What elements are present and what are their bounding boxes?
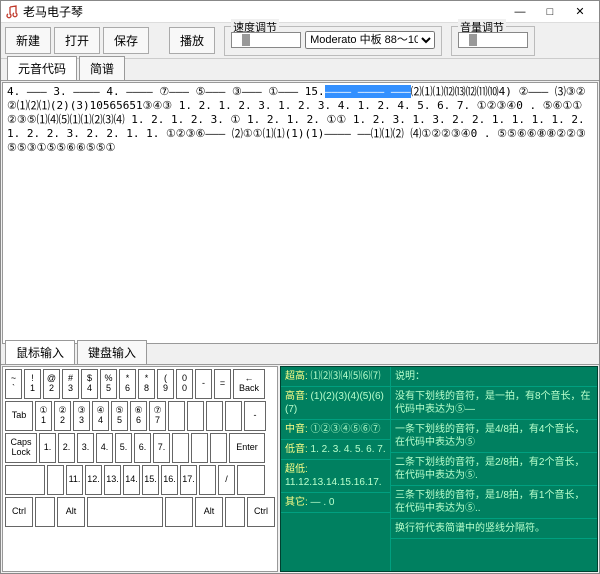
key[interactable] — [165, 497, 193, 527]
save-button[interactable]: 保存 — [103, 27, 149, 54]
help-row: 其它: — . 0 — [281, 493, 390, 513]
key[interactable]: 13. — [104, 465, 121, 495]
title-bar: 老马电子琴 — □ ✕ — [1, 1, 599, 23]
key[interactable]: 2. — [58, 433, 75, 463]
close-button[interactable]: ✕ — [565, 2, 595, 22]
key[interactable]: Alt — [195, 497, 223, 527]
key[interactable]: Enter — [229, 433, 265, 463]
key[interactable]: ②2 — [54, 401, 71, 431]
app-icon — [5, 5, 19, 19]
key[interactable]: !1 — [24, 369, 41, 399]
open-button[interactable]: 打开 — [54, 27, 100, 54]
key[interactable]: Ctrl — [5, 497, 33, 527]
help-text: 二条下划线的音符，是2/8拍，有2个音长，在代码中表达为⑤. — [391, 453, 597, 486]
help-text: 换行符代表简谱中的竖线分隔符。 — [391, 519, 597, 539]
help-text: 三条下划线的音符，是1/8拍，有1个音长，在代码中表达为⑤.. — [391, 486, 597, 519]
help-row: 中音: ①②③④⑤⑥⑦ — [281, 420, 390, 440]
key[interactable]: ~` — [5, 369, 22, 399]
key[interactable]: ④4 — [92, 401, 109, 431]
key[interactable] — [168, 401, 185, 431]
key[interactable]: $4 — [81, 369, 98, 399]
key[interactable]: 15. — [142, 465, 159, 495]
key[interactable]: 3. — [77, 433, 94, 463]
key[interactable] — [199, 465, 216, 495]
key[interactable]: *8 — [138, 369, 155, 399]
tab-code[interactable]: 元音代码 — [7, 56, 77, 80]
volume-slider[interactable] — [458, 32, 528, 48]
tab-score[interactable]: 简谱 — [79, 56, 125, 80]
key[interactable]: 4. — [96, 433, 113, 463]
speed-slider[interactable] — [231, 32, 301, 48]
key[interactable]: %5 — [100, 369, 117, 399]
volume-group: 音量调节 — [451, 26, 535, 56]
editor-selection: ———— ———— ——— — [325, 85, 411, 98]
key[interactable] — [172, 433, 189, 463]
editor-text: ⑵⑴⑴⑿⒀⑿⑾⑽4) — [411, 85, 512, 98]
key[interactable] — [47, 465, 64, 495]
help-text: 没有下划线的音符，是一拍，有8个音长，在代码中表达为⑤— — [391, 387, 597, 420]
help-text: 一条下划线的音符，是4/8拍，有4个音长，在代码中表达为⑤ — [391, 420, 597, 453]
input-tabstrip: 鼠标输入 键盘输入 — [1, 345, 599, 365]
key[interactable]: @2 — [43, 369, 60, 399]
key[interactable]: *6 — [119, 369, 136, 399]
tempo-select[interactable]: Moderato 中板 88～104拍/分 — [305, 31, 435, 49]
maximize-button[interactable]: □ — [535, 2, 565, 22]
play-button[interactable]: 播放 — [169, 27, 215, 54]
key[interactable]: 12. — [85, 465, 102, 495]
code-editor[interactable]: 4. ——— 3. ———— 4. ———— ⑦——— ⑤——— ③——— ①—… — [2, 82, 598, 344]
key[interactable]: Ctrl — [247, 497, 275, 527]
tab-mouse-input[interactable]: 鼠标输入 — [5, 340, 75, 364]
key[interactable]: 11. — [66, 465, 83, 495]
help-panel: 超高: ⑴⑵⑶⑷⑸⑹⑺高音: (1)(2)(3)(4)(5)(6)(7)中音: … — [280, 366, 598, 572]
new-button[interactable]: 新建 — [5, 27, 51, 54]
key[interactable]: ⑥6 — [130, 401, 147, 431]
key[interactable]: (9 — [157, 369, 174, 399]
help-text: 说明： — [391, 367, 597, 387]
minimize-button[interactable]: — — [505, 2, 535, 22]
help-row: 超低: 11.12.13.14.15.16.17. — [281, 460, 390, 493]
toolbar: 新建 打开 保存 播放 速度调节 Moderato 中板 88～104拍/分 音… — [1, 23, 599, 59]
key[interactable]: ①1 — [35, 401, 52, 431]
key[interactable]: 5. — [115, 433, 132, 463]
key[interactable] — [191, 433, 208, 463]
key[interactable] — [5, 465, 45, 495]
editor-text: 4. ——— 3. ———— 4. ———— ⑦——— ⑤——— ③——— ①—… — [7, 85, 325, 98]
key[interactable]: 7. — [153, 433, 170, 463]
key[interactable]: ⑦7 — [149, 401, 166, 431]
key[interactable]: 00 — [176, 369, 193, 399]
tab-keyboard-input[interactable]: 键盘输入 — [77, 340, 147, 364]
key[interactable]: Alt — [57, 497, 85, 527]
key[interactable]: 6. — [134, 433, 151, 463]
key[interactable] — [35, 497, 55, 527]
editor-tabstrip: 元音代码 简谱 — [1, 59, 599, 81]
help-row: 超高: ⑴⑵⑶⑷⑸⑹⑺ — [281, 367, 390, 387]
help-row: 低音: 1. 2. 3. 4. 5. 6. 7. — [281, 440, 390, 460]
speed-group: 速度调节 Moderato 中板 88～104拍/分 — [224, 26, 442, 56]
key[interactable] — [87, 497, 163, 527]
key[interactable] — [206, 401, 223, 431]
key[interactable]: ⑤5 — [111, 401, 128, 431]
key[interactable]: / — [218, 465, 235, 495]
key[interactable]: Tab — [5, 401, 33, 431]
key[interactable]: - — [195, 369, 212, 399]
key[interactable]: ←Back — [233, 369, 265, 399]
help-row: 高音: (1)(2)(3)(4)(5)(6)(7) — [281, 387, 390, 420]
key[interactable] — [187, 401, 204, 431]
key[interactable]: = — [214, 369, 231, 399]
bottom-panel: ~`!1@2#3$4%5*6*8(900-=←Back Tab①1②2③3④4⑤… — [1, 365, 599, 573]
key[interactable]: 1. — [39, 433, 56, 463]
key[interactable] — [225, 497, 245, 527]
key[interactable]: 17. — [180, 465, 197, 495]
key[interactable]: 16. — [161, 465, 178, 495]
key[interactable] — [237, 465, 265, 495]
key[interactable]: CapsLock — [5, 433, 37, 463]
virtual-keyboard: ~`!1@2#3$4%5*6*8(900-=←Back Tab①1②2③3④4⑤… — [2, 366, 278, 572]
key[interactable] — [210, 433, 227, 463]
key[interactable] — [225, 401, 242, 431]
key[interactable]: 14. — [123, 465, 140, 495]
key[interactable]: ③3 — [73, 401, 90, 431]
window-title: 老马电子琴 — [23, 3, 505, 20]
key[interactable]: - — [244, 401, 266, 431]
key[interactable]: #3 — [62, 369, 79, 399]
